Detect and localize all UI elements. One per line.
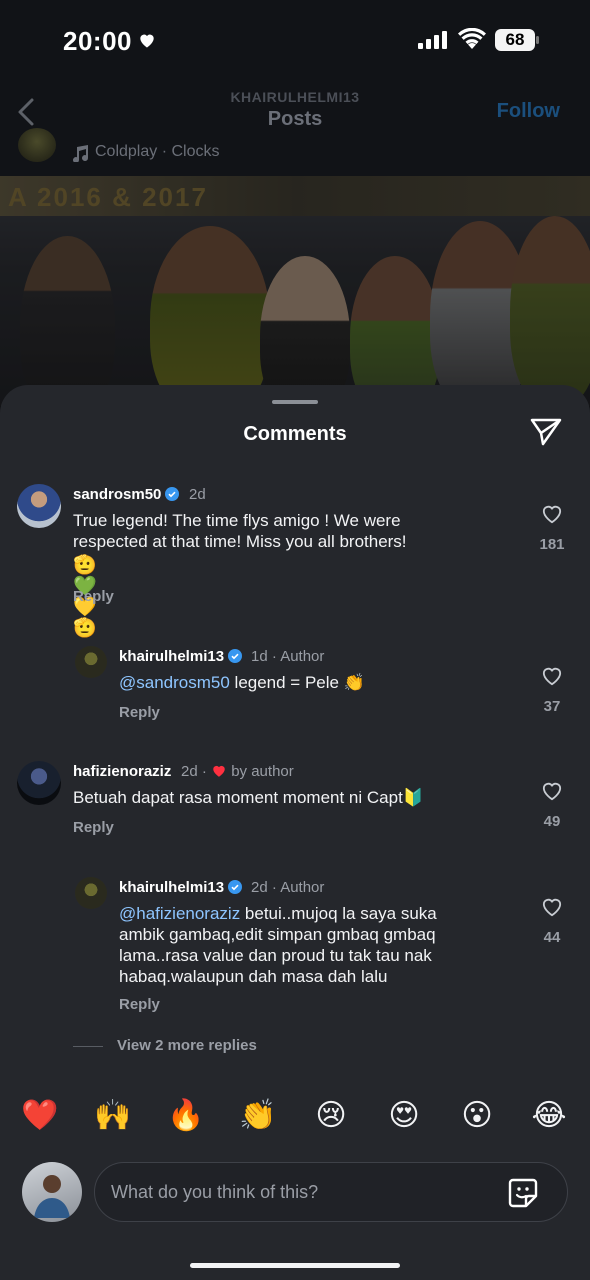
signal-icon: [418, 31, 447, 49]
battery-cap: [536, 36, 539, 44]
heart-outline-icon[interactable]: [541, 781, 563, 801]
comment-time: 2d: [251, 879, 268, 896]
home-indicator: [190, 1263, 400, 1268]
heart-outline-icon[interactable]: [541, 504, 563, 524]
heart-outline-icon[interactable]: [541, 666, 563, 686]
heart-status-icon: [140, 34, 154, 48]
reaction-raised-hands[interactable]: 🙌: [91, 1098, 135, 1133]
verified-icon: [165, 487, 180, 501]
reply-button[interactable]: Reply: [119, 704, 160, 721]
avatar[interactable]: [17, 484, 61, 528]
comment-time: 1d: [251, 648, 268, 665]
sheet-grabber[interactable]: [272, 400, 318, 404]
view-replies-divider: [73, 1046, 103, 1047]
author-tag: Author: [280, 879, 325, 896]
current-user-photo-icon: [34, 1175, 70, 1218]
comment-time: 2d: [189, 486, 206, 503]
status-bar: 20:00 68: [0, 0, 590, 80]
sticker-icon[interactable]: [507, 1177, 539, 1209]
post-photo[interactable]: A 2016 & 2017: [0, 176, 590, 406]
author-tag: Author: [280, 648, 325, 665]
comment-username[interactable]: sandrosm50: [73, 486, 180, 503]
music-track-label[interactable]: Coldplay · Clocks: [95, 143, 219, 161]
avatar: [22, 1162, 82, 1222]
avatar[interactable]: [75, 877, 107, 909]
heart-outline-icon[interactable]: [541, 897, 563, 917]
comment-username[interactable]: khairulhelmi13: [119, 879, 243, 896]
comment-body: legend = Pele 👏: [229, 673, 365, 692]
reaction-laugh[interactable]: 😂: [527, 1098, 571, 1133]
comment-text: True legend! The time flys amigo ! We we…: [73, 510, 473, 552]
comment-meta: 1d · Author: [251, 648, 325, 665]
music-note-icon: [73, 145, 88, 162]
quick-reactions-bar: ❤️ 🙌 🔥 👏 😢 😍 😮 😂: [0, 1098, 590, 1146]
post-author-avatar[interactable]: [18, 128, 56, 162]
comment-composer: [94, 1162, 568, 1222]
follow-button[interactable]: Follow: [497, 100, 560, 123]
reply-button[interactable]: Reply: [73, 819, 114, 836]
status-time: 20:00: [63, 26, 132, 56]
liked-by-author-label: by author: [231, 763, 294, 780]
sheet-title: Comments: [243, 423, 347, 445]
share-icon[interactable]: [530, 417, 562, 447]
wifi-icon: [458, 28, 486, 49]
comment-meta: 2d · Author: [251, 879, 325, 896]
mention-link[interactable]: @sandrosm50: [119, 673, 230, 692]
reaction-cry[interactable]: 😢: [309, 1098, 353, 1133]
post-music-row: Coldplay · Clocks: [0, 128, 590, 176]
comment-meta: 2d · by author: [181, 763, 294, 780]
reaction-surprised[interactable]: 😮: [455, 1098, 499, 1133]
reaction-heart[interactable]: ❤️: [18, 1098, 62, 1133]
like-count: 181: [539, 536, 565, 553]
avatar[interactable]: [75, 646, 107, 678]
comment-text: @sandrosm50 legend = Pele 👏: [119, 672, 519, 693]
like-count: 44: [543, 929, 561, 946]
comment-body: Betuah dapat rasa moment moment ni Capt🔰: [73, 788, 424, 807]
reaction-clap[interactable]: 👏: [236, 1098, 280, 1133]
posts-header: KHAIRULHELMI13 Posts Follow: [0, 80, 590, 140]
comment-time: 2d: [181, 763, 198, 780]
verified-icon: [228, 880, 243, 894]
reply-button[interactable]: Reply: [73, 588, 114, 605]
like-count: 49: [543, 813, 561, 830]
comment-body: True legend! The time flys amigo ! We we…: [73, 511, 407, 551]
reaction-heart-eyes[interactable]: 😍: [382, 1098, 426, 1133]
verified-icon: [228, 649, 243, 663]
avatar[interactable]: [17, 761, 61, 805]
comment-username[interactable]: khairulhelmi13: [119, 648, 243, 665]
like-count: 37: [543, 698, 561, 715]
photo-overlay: [0, 176, 590, 406]
reaction-fire[interactable]: 🔥: [164, 1098, 208, 1133]
heart-liked-icon: [213, 765, 225, 777]
comment-text: @hafizienoraziz betui..mujoq la saya suk…: [119, 903, 479, 987]
comment-username[interactable]: hafizienoraziz: [73, 763, 171, 780]
comment-input[interactable]: [111, 1177, 491, 1207]
battery-indicator: 68: [495, 29, 535, 51]
reply-button[interactable]: Reply: [119, 996, 160, 1013]
view-more-replies-button[interactable]: View 2 more replies: [117, 1037, 257, 1054]
mention-link[interactable]: @hafizienoraziz: [119, 904, 240, 923]
